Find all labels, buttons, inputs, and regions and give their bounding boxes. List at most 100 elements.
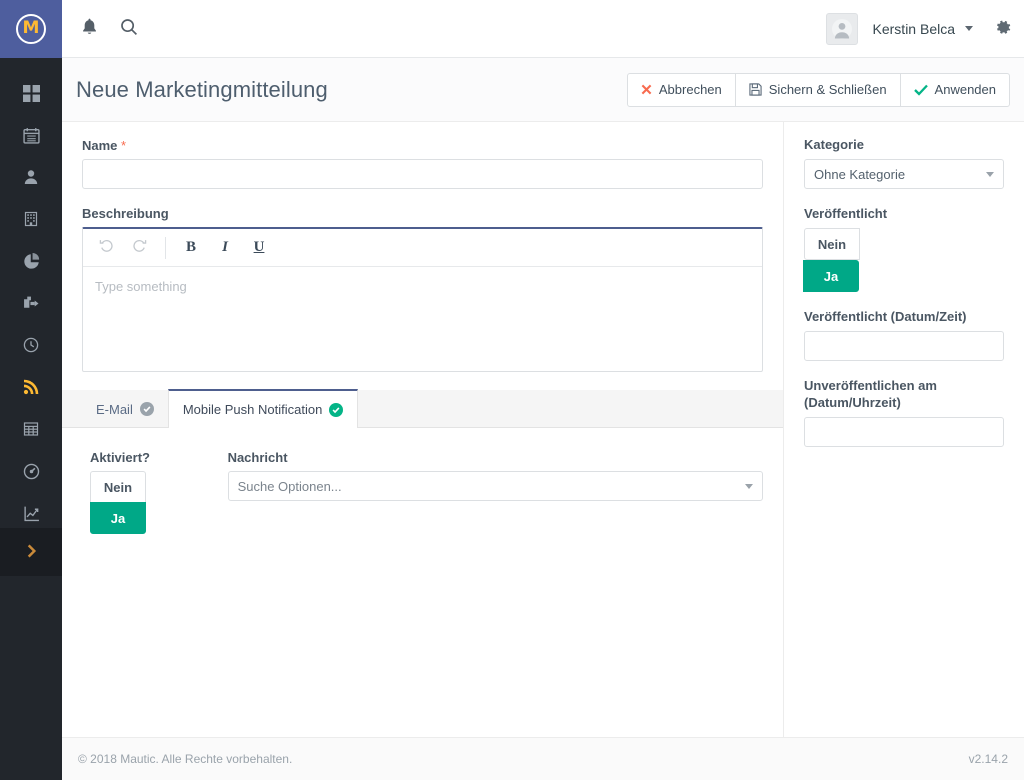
rail-item-list — [0, 58, 62, 534]
unpublish-at-field-group: Unveröffentlichen am (Datum/Uhrzeit) — [804, 377, 1004, 447]
category-select-value: Ohne Kategorie — [814, 166, 906, 182]
logo-circle-icon: M — [16, 14, 46, 44]
description-field-group: Beschreibung B I U Type something — [62, 189, 783, 372]
name-field-group: Name * — [62, 122, 783, 189]
chevron-right-icon — [24, 542, 39, 563]
published-toggle-yes[interactable]: Ja — [803, 260, 859, 292]
underline-button[interactable]: U — [242, 234, 276, 262]
rss-icon — [23, 379, 39, 395]
tab-mobile-push-status-badge — [329, 402, 344, 417]
bell-icon — [81, 18, 98, 39]
tab-email-status-badge — [139, 402, 154, 416]
page-header: Neue Marketingmitteilung Abbrechen Siche… — [62, 58, 1024, 122]
italic-button[interactable]: I — [208, 234, 242, 262]
calendar-icon — [22, 127, 40, 144]
name-label-text: Name — [82, 138, 118, 153]
side-panel: Kategorie Ohne Kategorie Veröffentlicht … — [784, 122, 1024, 737]
app-root: M Kerstin Belca Neue Marketingmitteilung… — [0, 0, 1024, 780]
toolbar-divider — [165, 236, 166, 259]
save-and-close-button[interactable]: Sichern & Schließen — [734, 72, 901, 107]
close-x-icon — [641, 84, 652, 95]
sidebar-item-points[interactable] — [0, 324, 62, 366]
editor-toolbar: B I U — [83, 229, 762, 267]
sidebar-item-components[interactable] — [0, 408, 62, 450]
description-editor: B I U Type something — [82, 227, 763, 372]
publish-at-field-group: Veröffentlicht (Datum/Zeit) — [804, 308, 1004, 361]
redo-icon — [133, 238, 147, 257]
cancel-button-label: Abbrechen — [658, 82, 722, 97]
settings-button[interactable] — [987, 18, 1012, 40]
message-field-group: Nachricht Suche Optionen... — [227, 450, 763, 534]
enabled-label: Aktiviert? — [90, 450, 150, 465]
sidebar-item-segments[interactable] — [0, 240, 62, 282]
category-field-group: Kategorie Ohne Kategorie — [804, 136, 1004, 189]
sidebar-item-dashboard[interactable] — [0, 72, 62, 114]
page-action-buttons: Abbrechen Sichern & Schließen Anwenden — [626, 72, 1010, 107]
search-button[interactable] — [110, 10, 148, 48]
unpublish-at-label: Unveröffentlichen am (Datum/Uhrzeit) — [804, 378, 937, 410]
sidebar-item-campaigns[interactable] — [0, 282, 62, 324]
published-toggle-no[interactable]: Nein — [804, 228, 860, 260]
redo-button[interactable] — [123, 234, 157, 262]
apply-button-label: Anwenden — [934, 82, 996, 97]
message-label: Nachricht — [227, 450, 288, 465]
description-editor-body[interactable]: Type something — [83, 267, 762, 371]
left-icon-rail: M — [0, 0, 62, 780]
pie-chart-icon — [23, 252, 40, 270]
category-label: Kategorie — [804, 137, 864, 152]
unpublish-at-input[interactable] — [804, 417, 1004, 447]
dashboard-icon — [22, 84, 40, 102]
grid-table-icon — [23, 421, 39, 437]
category-select[interactable]: Ohne Kategorie — [804, 159, 1004, 189]
sidebar-item-stages[interactable] — [0, 450, 62, 492]
publish-at-input[interactable] — [804, 331, 1004, 361]
building-icon — [23, 211, 39, 227]
published-label: Veröffentlicht — [804, 206, 888, 221]
required-asterisk: * — [121, 138, 127, 153]
logo-letter: M — [22, 18, 40, 38]
top-navigation-bar: Kerstin Belca — [62, 0, 1024, 58]
undo-icon — [99, 238, 113, 257]
undo-button[interactable] — [89, 234, 123, 262]
topbar-left-actions — [62, 10, 148, 48]
copyright-text: © 2018 Mautic. Alle Rechte vorbehalten. — [78, 752, 293, 766]
enabled-field-group: Aktiviert? Nein Ja — [90, 450, 194, 534]
sidebar-item-calendar[interactable] — [0, 114, 62, 156]
notifications-button[interactable] — [70, 10, 108, 48]
mobile-push-panel: Aktiviert? Nein Ja Nachricht Suche Optio… — [62, 428, 783, 534]
mautic-logo[interactable]: M — [0, 0, 62, 58]
sidebar-item-companies[interactable] — [0, 198, 62, 240]
cancel-button[interactable]: Abbrechen — [626, 72, 736, 107]
sidebar-item-contacts[interactable] — [0, 156, 62, 198]
description-label: Beschreibung — [82, 206, 169, 221]
message-select[interactable]: Suche Optionen... — [227, 471, 763, 501]
channel-tabs: E-Mail Mobile Push Notification — [62, 389, 783, 428]
version-text: v2.14.2 — [968, 752, 1008, 766]
name-label: Name * — [82, 138, 763, 153]
gear-icon — [993, 19, 1012, 40]
campaign-puzzle-icon — [23, 295, 40, 312]
published-toggle: Nein Ja — [803, 228, 864, 292]
user-icon — [23, 169, 39, 185]
topbar-right-actions: Kerstin Belca — [825, 12, 1024, 45]
chevron-down-icon — [745, 484, 753, 489]
tab-mobile-push-notification[interactable]: Mobile Push Notification — [167, 389, 359, 428]
gauge-icon — [23, 463, 40, 480]
avatar[interactable] — [825, 12, 858, 45]
enabled-toggle-no[interactable]: Nein — [90, 471, 146, 503]
sidebar-item-channels[interactable] — [0, 366, 62, 408]
enabled-toggle-yes[interactable]: Ja — [90, 502, 146, 534]
save-and-close-button-label: Sichern & Schließen — [768, 82, 887, 97]
enabled-toggle: Nein Ja — [90, 471, 150, 534]
tab-email[interactable]: E-Mail — [82, 390, 168, 428]
chevron-down-icon[interactable] — [965, 26, 973, 31]
user-menu-label[interactable]: Kerstin Belca — [864, 21, 959, 37]
page-footer: © 2018 Mautic. Alle Rechte vorbehalten. … — [62, 737, 1024, 780]
bold-button[interactable]: B — [174, 234, 208, 262]
apply-button[interactable]: Anwenden — [899, 72, 1010, 107]
name-input[interactable] — [82, 159, 763, 189]
publish-at-label: Veröffentlicht (Datum/Zeit) — [804, 309, 967, 324]
message-select-value: Suche Optionen... — [237, 478, 342, 494]
channel-tabs-section: E-Mail Mobile Push Notification Aktivier… — [62, 389, 783, 534]
sidebar-expand-toggle[interactable] — [0, 528, 62, 576]
